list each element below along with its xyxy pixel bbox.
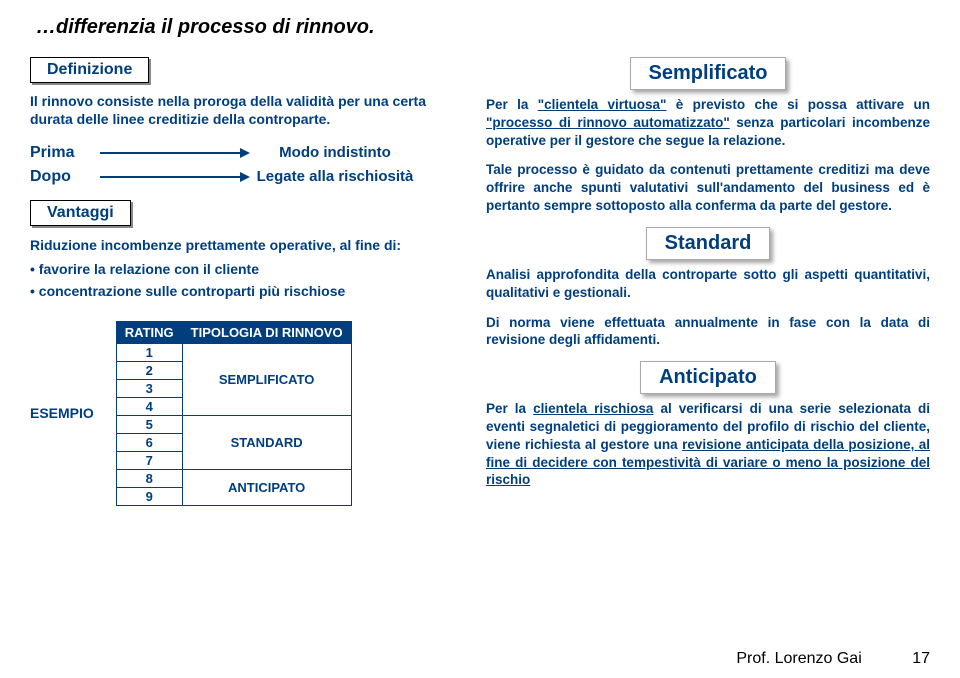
text-underline: clientela rischiosa	[533, 401, 653, 416]
standard-p1: Analisi approfondita della controparte s…	[486, 266, 930, 302]
vantaggi-bullets: favorire la relazione con il cliente con…	[30, 261, 460, 299]
rating-cell: 2	[116, 361, 182, 379]
rating-cell: 6	[116, 433, 182, 451]
text-underline: "clientela virtuosa"	[538, 97, 667, 112]
row-prima: Prima Modo indistinto	[30, 144, 460, 162]
dopo-label: Dopo	[30, 168, 100, 186]
standard-box: Standard	[646, 227, 771, 260]
footer-page-number: 17	[912, 650, 930, 668]
arrow-right-icon	[100, 145, 250, 161]
right-column: Semplificato Per la "clientela virtuosa"…	[486, 57, 930, 506]
text-underline: "processo di rinnovo automatizzato"	[486, 115, 730, 130]
tipo-cell-standard: STANDARD	[182, 415, 351, 469]
definition-label-box: Definizione	[30, 57, 149, 83]
text-span: Per la	[486, 401, 533, 416]
prima-value: Modo indistinto	[250, 144, 420, 161]
prima-label: Prima	[30, 144, 100, 162]
bullet-1: favorire la relazione con il cliente	[30, 261, 460, 277]
standard-label: Standard	[665, 232, 752, 254]
tipo-cell-semplificato: SEMPLIFICATO	[182, 343, 351, 415]
anticipato-label: Anticipato	[659, 366, 757, 388]
tipo-cell-anticipato: ANTICIPATO	[182, 469, 351, 505]
semplificato-p1: Per la "clientela virtuosa" è previsto c…	[486, 96, 930, 149]
footer-author: Prof. Lorenzo Gai	[736, 650, 861, 667]
table-header-rating: RATING	[116, 321, 182, 343]
arrow-right-icon	[100, 169, 250, 185]
rating-table: RATING TIPOLOGIA DI RINNOVO 1 SEMPLIFICA…	[116, 321, 352, 506]
rating-cell: 8	[116, 469, 182, 487]
rating-cell: 9	[116, 487, 182, 505]
anticipato-p1: Per la clientela rischiosa al verificars…	[486, 400, 930, 489]
definition-label: Definizione	[47, 61, 132, 78]
left-column: Definizione Il rinnovo consiste nella pr…	[30, 57, 460, 506]
footer: Prof. Lorenzo Gai 17	[0, 650, 930, 668]
table-header-tipo: TIPOLOGIA DI RINNOVO	[182, 321, 351, 343]
vantaggi-label: Vantaggi	[47, 204, 114, 221]
semplificato-box: Semplificato	[630, 57, 787, 90]
text-span: è previsto che si possa attivare un	[666, 97, 930, 112]
esempio-label: ESEMPIO	[30, 405, 94, 421]
dopo-value: Legate alla rischiosità	[250, 168, 420, 185]
bullet-2: concentrazione sulle controparti più ris…	[30, 283, 460, 299]
text-span: Per la	[486, 97, 538, 112]
rating-cell: 5	[116, 415, 182, 433]
vantaggi-label-box: Vantaggi	[30, 200, 131, 226]
rating-cell: 4	[116, 397, 182, 415]
vantaggi-text: Riduzione incombenze prettamente operati…	[30, 236, 460, 255]
definition-text: Il rinnovo consiste nella proroga della …	[30, 93, 460, 128]
semplificato-label: Semplificato	[649, 62, 768, 84]
page-title: …differenzia il processo di rinnovo.	[36, 16, 930, 39]
rating-cell: 3	[116, 379, 182, 397]
rating-cell: 1	[116, 343, 182, 361]
rating-cell: 7	[116, 451, 182, 469]
anticipato-box: Anticipato	[640, 361, 776, 394]
semplificato-p2: Tale processo è guidato da contenuti pre…	[486, 161, 930, 214]
row-dopo: Dopo Legate alla rischiosità	[30, 168, 460, 186]
standard-p2: Di norma viene effettuata annualmente in…	[486, 314, 930, 350]
